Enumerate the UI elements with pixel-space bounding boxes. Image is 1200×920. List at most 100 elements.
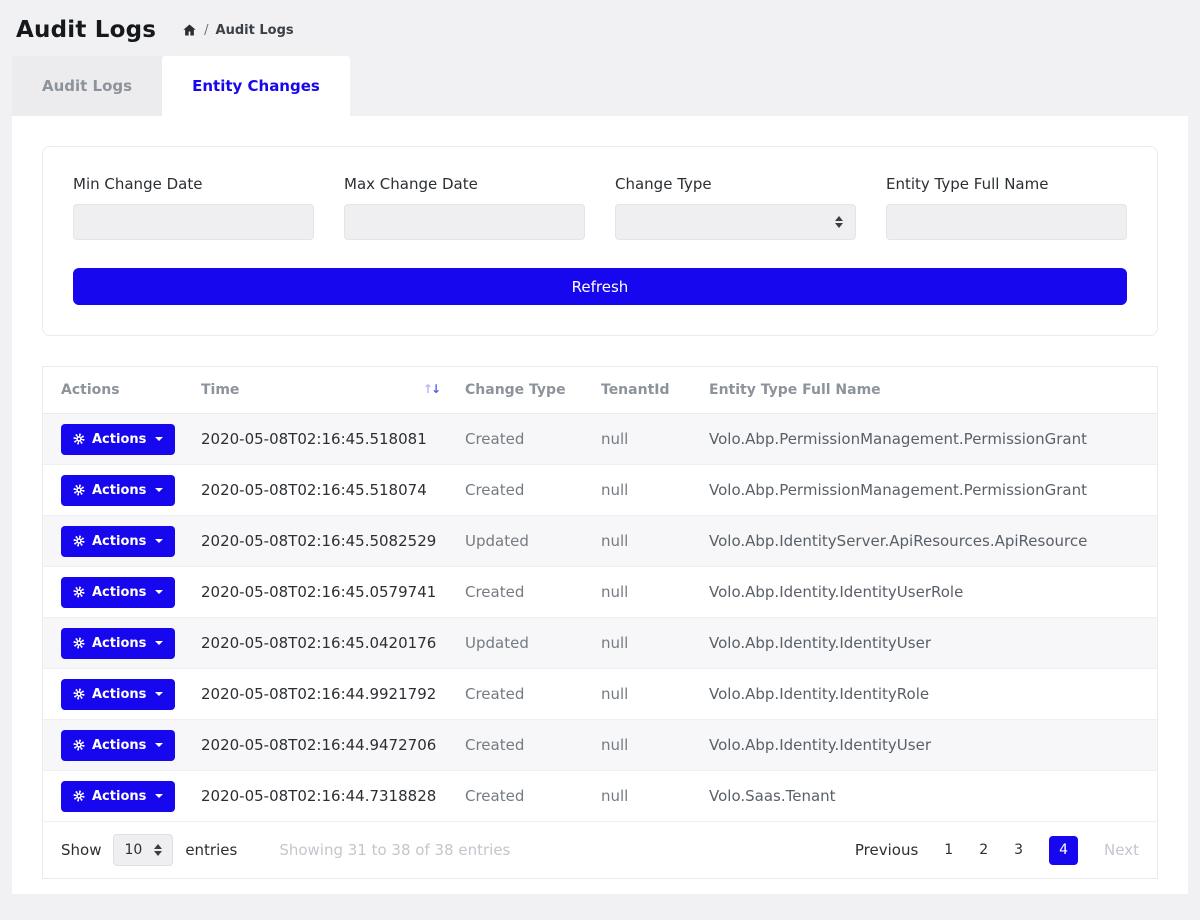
entity-type-cell: Volo.Abp.IdentityServer.ApiResources.Api… — [699, 516, 1157, 567]
caret-down-icon — [155, 437, 163, 441]
gear-icon — [73, 790, 85, 802]
row-actions-button[interactable]: Actions — [61, 526, 175, 557]
entity-type-cell: Volo.Abp.PermissionManagement.Permission… — [699, 465, 1157, 516]
entries-label: entries — [185, 841, 237, 859]
row-actions-label: Actions — [92, 585, 146, 600]
pagination-page-2[interactable]: 2 — [979, 842, 988, 858]
min-change-date-input[interactable] — [73, 204, 314, 240]
table-row: Actions 2020-05-08T02:16:45.518081 Creat… — [43, 414, 1157, 465]
row-actions-button[interactable]: Actions — [61, 475, 175, 506]
table-row: Actions 2020-05-08T02:16:44.9472706 Crea… — [43, 720, 1157, 771]
time-cell: 2020-05-08T02:16:45.518074 — [191, 465, 455, 516]
min-change-date-label: Min Change Date — [73, 175, 314, 193]
caret-down-icon — [155, 641, 163, 645]
row-actions-button[interactable]: Actions — [61, 628, 175, 659]
caret-down-icon — [155, 590, 163, 594]
tab-entity-changes[interactable]: Entity Changes — [162, 56, 350, 116]
pagination-page-3[interactable]: 3 — [1014, 842, 1023, 858]
filter-min-change-date: Min Change Date — [73, 175, 314, 240]
time-cell: 2020-05-08T02:16:45.0420176 — [191, 618, 455, 669]
entity-changes-table: Actions Time ↑↓ Change Type TenantId Ent… — [43, 367, 1157, 822]
time-cell: 2020-05-08T02:16:44.9921792 — [191, 669, 455, 720]
entity-type-cell: Volo.Saas.Tenant — [699, 771, 1157, 822]
max-change-date-input[interactable] — [344, 204, 585, 240]
row-actions-label: Actions — [92, 687, 146, 702]
pagination-page-4[interactable]: 4 — [1049, 836, 1078, 865]
time-cell: 2020-05-08T02:16:45.518081 — [191, 414, 455, 465]
breadcrumb-current: Audit Logs — [216, 23, 294, 38]
tab-audit-logs[interactable]: Audit Logs — [12, 56, 162, 116]
table-header-row: Actions Time ↑↓ Change Type TenantId Ent… — [43, 367, 1157, 414]
time-cell: 2020-05-08T02:16:44.7318828 — [191, 771, 455, 822]
row-actions-button[interactable]: Actions — [61, 577, 175, 608]
pagination-page-1[interactable]: 1 — [944, 842, 953, 858]
row-actions-button[interactable]: Actions — [61, 679, 175, 710]
tenant-id-cell: null — [591, 618, 699, 669]
caret-down-icon — [155, 743, 163, 747]
time-cell: 2020-05-08T02:16:44.9472706 — [191, 720, 455, 771]
row-actions-label: Actions — [92, 789, 146, 804]
page-size-value: 10 — [124, 842, 142, 858]
gear-icon — [73, 484, 85, 496]
pagination-pages: 1 2 3 4 — [944, 836, 1078, 865]
pagination-next[interactable]: Next — [1104, 841, 1139, 859]
caret-down-icon — [155, 488, 163, 492]
page-size-updown-icon — [154, 844, 162, 856]
table-row: Actions 2020-05-08T02:16:45.0579741 Crea… — [43, 567, 1157, 618]
table-footer: Show 10 entries Showing 31 to 38 of 38 e… — [43, 822, 1157, 878]
gear-icon — [73, 739, 85, 751]
change-type-select[interactable] — [615, 204, 856, 240]
row-actions-button[interactable]: Actions — [61, 730, 175, 761]
entity-type-full-name-input[interactable] — [886, 204, 1127, 240]
refresh-button[interactable]: Refresh — [73, 268, 1127, 305]
breadcrumb-separator: / — [204, 23, 208, 38]
caret-down-icon — [155, 692, 163, 696]
change-type-cell: Created — [455, 669, 591, 720]
page-header: Audit Logs / Audit Logs — [0, 0, 1200, 56]
tenant-id-cell: null — [591, 414, 699, 465]
page-size-select[interactable]: 10 — [113, 834, 173, 866]
change-type-cell: Created — [455, 414, 591, 465]
change-type-cell: Created — [455, 720, 591, 771]
gear-icon — [73, 637, 85, 649]
change-type-cell: Created — [455, 771, 591, 822]
sort-icon[interactable]: ↑↓ — [423, 382, 439, 396]
row-actions-label: Actions — [92, 483, 146, 498]
row-actions-label: Actions — [92, 534, 146, 549]
showing-entries-text: Showing 31 to 38 of 38 entries — [279, 841, 510, 859]
table-body: Actions 2020-05-08T02:16:45.518081 Creat… — [43, 414, 1157, 822]
select-updown-icon — [835, 216, 843, 228]
entity-type-full-name-label: Entity Type Full Name — [886, 175, 1127, 193]
column-header-time[interactable]: Time ↑↓ — [191, 367, 455, 414]
filter-change-type: Change Type — [615, 175, 856, 240]
row-actions-label: Actions — [92, 636, 146, 651]
entity-type-cell: Volo.Abp.PermissionManagement.Permission… — [699, 414, 1157, 465]
column-header-change-type: Change Type — [455, 367, 591, 414]
filter-entity-type-full-name: Entity Type Full Name — [886, 175, 1127, 240]
tenant-id-cell: null — [591, 720, 699, 771]
row-actions-button[interactable]: Actions — [61, 781, 175, 812]
table-row: Actions 2020-05-08T02:16:45.518074 Creat… — [43, 465, 1157, 516]
gear-icon — [73, 535, 85, 547]
change-type-cell: Updated — [455, 516, 591, 567]
max-change-date-label: Max Change Date — [344, 175, 585, 193]
table-row: Actions 2020-05-08T02:16:44.9921792 Crea… — [43, 669, 1157, 720]
table-card: Actions Time ↑↓ Change Type TenantId Ent… — [42, 366, 1158, 879]
time-cell: 2020-05-08T02:16:45.5082529 — [191, 516, 455, 567]
tenant-id-cell: null — [591, 465, 699, 516]
row-actions-button[interactable]: Actions — [61, 424, 175, 455]
table-row: Actions 2020-05-08T02:16:45.0420176 Upda… — [43, 618, 1157, 669]
time-cell: 2020-05-08T02:16:45.0579741 — [191, 567, 455, 618]
tenant-id-cell: null — [591, 516, 699, 567]
home-icon[interactable] — [182, 23, 197, 37]
entity-type-cell: Volo.Abp.Identity.IdentityUser — [699, 618, 1157, 669]
gear-icon — [73, 586, 85, 598]
caret-down-icon — [155, 794, 163, 798]
filter-card: Min Change Date Max Change Date Change T… — [42, 146, 1158, 336]
pagination-previous[interactable]: Previous — [855, 841, 918, 859]
pagination: Previous 1 2 3 4 Next — [855, 836, 1139, 865]
main-card: Min Change Date Max Change Date Change T… — [12, 116, 1188, 894]
page-title: Audit Logs — [16, 17, 156, 43]
change-type-label: Change Type — [615, 175, 856, 193]
table-row: Actions 2020-05-08T02:16:44.7318828 Crea… — [43, 771, 1157, 822]
